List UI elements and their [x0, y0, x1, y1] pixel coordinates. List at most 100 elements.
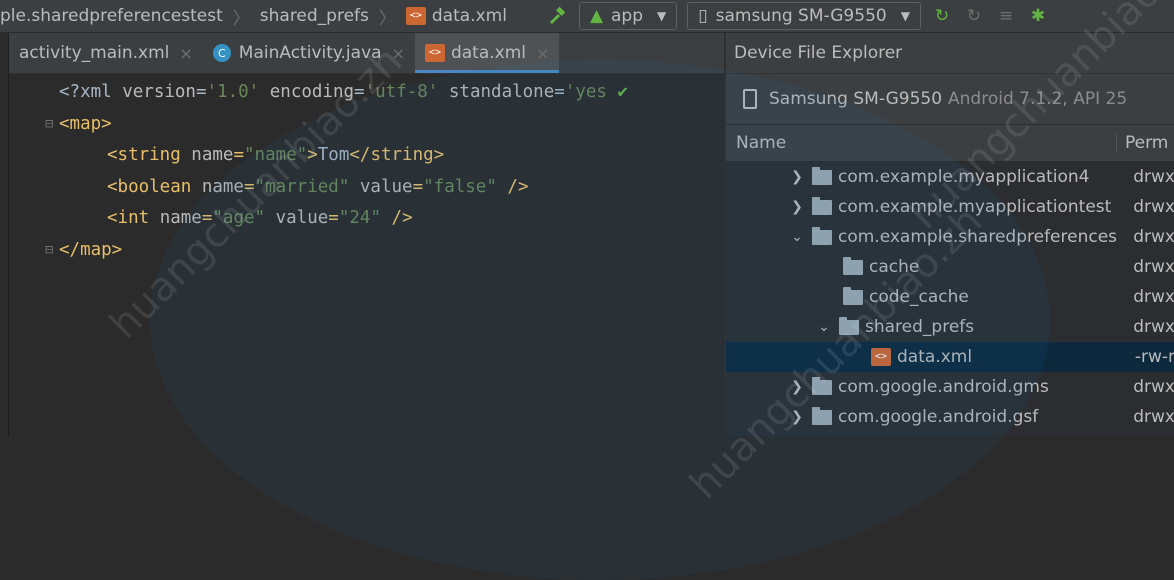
- chevron-right-icon[interactable]: ❯: [790, 379, 804, 395]
- run-config-label: app: [611, 6, 644, 26]
- code-line: <boolean name="married" value="false" />: [9, 172, 724, 204]
- chevron-down-icon: ▼: [657, 9, 667, 23]
- code-line: ⊟ <map>: [9, 109, 724, 141]
- breadcrumb-folder[interactable]: shared_prefs: [260, 6, 369, 26]
- xml-eq: =: [195, 82, 207, 102]
- fold-icon[interactable]: ⊟: [45, 235, 57, 267]
- tree-row-permissions: drwx: [1133, 197, 1174, 217]
- xml-value: "24": [338, 208, 381, 228]
- xml-attr: name: [159, 208, 202, 228]
- tree-row[interactable]: ❯ com.google.android.gsf drwx: [726, 402, 1174, 432]
- list-icon[interactable]: ≡: [995, 5, 1017, 27]
- xml-tag: />: [496, 176, 529, 197]
- close-icon[interactable]: ×: [536, 44, 549, 63]
- tab-activity-main[interactable]: activity_main.xml ×: [9, 33, 203, 73]
- tab-main-activity[interactable]: C MainActivity.java ×: [203, 33, 415, 73]
- xml-eq: =: [243, 176, 255, 197]
- chevron-right-icon[interactable]: ❯: [790, 199, 804, 215]
- table-header: Name Perm: [726, 124, 1174, 162]
- chevron-down-icon[interactable]: ⌄: [790, 229, 804, 245]
- tree-row-label: shared_prefs: [865, 317, 975, 337]
- breadcrumb-package[interactable]: ple.sharedpreferencestest: [0, 6, 223, 26]
- device-file-explorer: Device File Explorer Samsung SM-G9550 An…: [725, 33, 1174, 436]
- tree-row-selected[interactable]: <> data.xml -rw-r: [726, 342, 1174, 372]
- xml-tag: </string>: [349, 145, 445, 165]
- xml-attr: version: [122, 82, 196, 102]
- xml-file-icon: <>: [424, 44, 445, 62]
- xml-eq: =: [328, 208, 339, 228]
- phone-icon: ▯: [698, 6, 708, 26]
- tree-row-permissions: drwx: [1133, 167, 1174, 187]
- tree-row-permissions: drwx: [1133, 257, 1174, 277]
- xml-value: 'yes: [564, 82, 607, 102]
- xml-tag: >: [307, 145, 318, 165]
- code-area[interactable]: <?xml version='1.0' encoding='utf-8' sta…: [9, 74, 724, 266]
- xml-value: "false": [423, 176, 497, 197]
- folder-icon: [812, 407, 832, 425]
- tree-row[interactable]: ⌄ shared_prefs drwx: [726, 312, 1174, 342]
- xml-attr: standalone: [438, 82, 555, 102]
- phone-icon: [743, 89, 757, 109]
- tree-row-label: data.xml: [897, 347, 973, 367]
- tree-row-label: com.google.android.gsf: [838, 407, 1039, 427]
- tree-row[interactable]: ❯ com.example.myapplication4 drwx: [726, 162, 1174, 192]
- close-icon[interactable]: ×: [179, 44, 192, 63]
- xml-eq: =: [233, 145, 244, 165]
- checkmark-icon: ✔: [606, 82, 629, 102]
- xml-value: "married": [254, 176, 350, 197]
- tree-row-label: code_cache: [869, 287, 969, 307]
- navigation-bar: ple.sharedpreferencestest 〉 shared_prefs…: [0, 0, 1174, 33]
- fold-icon[interactable]: ⊟: [45, 109, 57, 141]
- apply-code-changes-icon[interactable]: ↻: [963, 5, 985, 27]
- apply-changes-icon[interactable]: ↻: [931, 5, 953, 27]
- xml-attr: encoding: [259, 82, 355, 102]
- android-icon: ▲: [589, 6, 604, 26]
- debug-icon[interactable]: ✱: [1027, 5, 1049, 27]
- tree-row-permissions: drwx: [1133, 407, 1174, 427]
- folder-icon: [812, 167, 832, 185]
- tab-label: data.xml: [450, 43, 527, 63]
- column-header-name[interactable]: Name: [726, 133, 1116, 153]
- folder-icon: [812, 227, 832, 245]
- tree-row-label: cache: [869, 257, 920, 277]
- xml-file-icon: <>: [405, 7, 426, 25]
- xml-attr: value: [349, 176, 413, 197]
- code-editor: activity_main.xml × C MainActivity.java …: [8, 33, 724, 436]
- xml-file-icon: <>: [871, 348, 891, 366]
- xml-value: 'utf-8': [364, 82, 439, 102]
- xml-attr: name: [201, 176, 244, 197]
- editor-tabs: activity_main.xml × C MainActivity.java …: [9, 33, 724, 74]
- xml-value: "name": [244, 145, 308, 165]
- xml-tag: <map>: [59, 113, 112, 134]
- code-line: ⊟ </map>: [9, 235, 724, 267]
- tree-row[interactable]: ❯ com.google.android.gms drwx: [726, 372, 1174, 402]
- chevron-down-icon: ▼: [900, 9, 910, 23]
- tree-row-permissions: drwx: [1133, 377, 1174, 397]
- code-line: <?xml version='1.0' encoding='utf-8' sta…: [9, 77, 724, 109]
- chevron-right-icon[interactable]: ❯: [790, 169, 804, 185]
- tree-row[interactable]: cache drwx: [726, 252, 1174, 282]
- code-line: <int name="age" value="24" />: [9, 203, 724, 235]
- tree-row[interactable]: ❯ com.example.myapplicationtest drwx: [726, 192, 1174, 222]
- device-selector[interactable]: Samsung SM-G9550 Android 7.1.2, API 25: [726, 73, 1174, 124]
- breadcrumb-separator: 〉: [232, 8, 250, 29]
- tab-data-xml[interactable]: <> data.xml ×: [414, 33, 560, 73]
- device-dropdown[interactable]: ▯ samsung SM-G9550 ▼: [687, 2, 921, 30]
- tree-row[interactable]: ⌄ com.example.sharedpreferences drwx: [726, 222, 1174, 252]
- xml-tag: <string: [107, 145, 192, 165]
- xml-attr: value: [265, 208, 329, 228]
- run-config-dropdown[interactable]: ▲ app ▼: [578, 2, 678, 30]
- tree-row-label: com.google.android.gms: [838, 377, 1049, 397]
- device-name: Samsung SM-G9550: [769, 89, 943, 109]
- tree-row[interactable]: code_cache drwx: [726, 282, 1174, 312]
- chevron-right-icon[interactable]: ❯: [790, 409, 804, 425]
- panel-title: Device File Explorer: [726, 33, 1174, 73]
- tree-row-label: com.example.sharedpreferences: [838, 227, 1118, 247]
- hammer-icon[interactable]: [547, 5, 569, 27]
- xml-declaration-start: <?xml: [59, 82, 123, 102]
- breadcrumb-separator: 〉: [378, 8, 396, 29]
- close-icon[interactable]: ×: [392, 44, 405, 63]
- breadcrumb-file[interactable]: data.xml: [432, 6, 507, 26]
- chevron-down-icon[interactable]: ⌄: [817, 319, 831, 335]
- column-header-permissions[interactable]: Perm: [1116, 133, 1168, 153]
